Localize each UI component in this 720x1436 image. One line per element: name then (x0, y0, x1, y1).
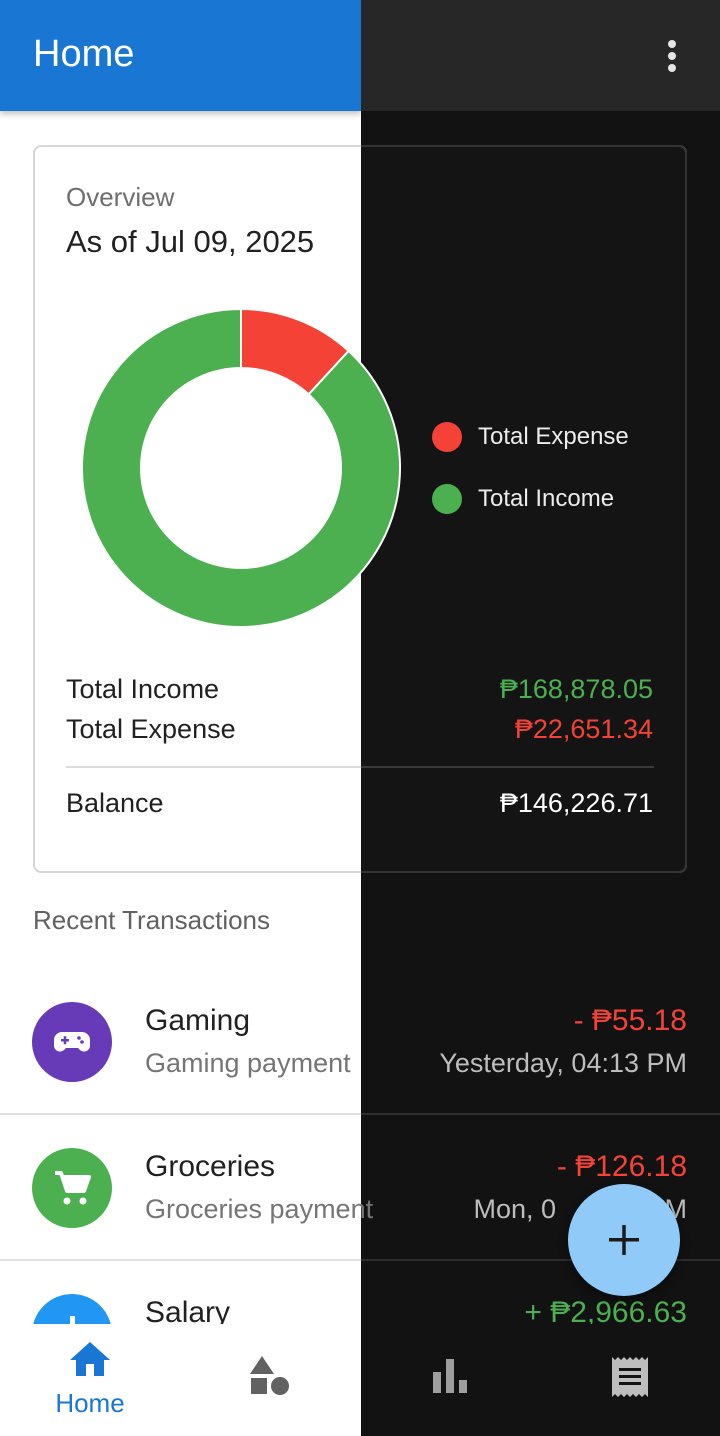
card-divider (66, 766, 361, 768)
receipt-icon (612, 1357, 648, 1397)
legend-dot-expense (432, 422, 462, 452)
gamepad-avatar (32, 1002, 112, 1082)
legend-item-income: Total Income (432, 483, 614, 515)
balance-value: ₱146,226.71 (499, 788, 653, 818)
gamepad-icon (54, 1032, 90, 1052)
legend-label-expense: Total Expense (478, 423, 629, 450)
overview-donut-chart (82, 309, 401, 628)
transaction-date: Yesterday, 04:13 PM (439, 1048, 687, 1078)
plus-icon (609, 1225, 639, 1255)
overview-label: Overview (66, 182, 175, 212)
transaction-desc: Gaming payment (145, 1048, 351, 1078)
total-income-label: Total Income (66, 674, 220, 704)
bar-chart-icon (433, 1359, 467, 1393)
transaction-date: Mon, 0 (473, 1194, 556, 1224)
nav-item-categories[interactable] (180, 1324, 360, 1436)
overview-date: As of Jul 09, 2025 (66, 224, 315, 259)
add-transaction-fab[interactable] (568, 1184, 680, 1296)
legend-label-income: Total Income (478, 485, 615, 512)
transaction-amount: + ₱2,966.63 (524, 1296, 687, 1324)
transaction-amount: - ₱126.18 (556, 1150, 687, 1183)
transaction-desc: Groceries payment (145, 1194, 374, 1224)
transaction-title: Groceries (145, 1150, 276, 1183)
transaction-amount: - ₱55.18 (573, 1004, 687, 1037)
categories-icon (250, 1356, 289, 1395)
home-icon (70, 1342, 110, 1376)
list-divider (0, 1113, 361, 1115)
cart-avatar (32, 1148, 112, 1228)
legend-dot-income (432, 484, 462, 514)
page-title: Home (33, 33, 135, 75)
total-income-value: ₱168,878.05 (499, 674, 653, 704)
total-expense-label: Total Expense (66, 714, 236, 744)
legend-item-expense: Total Expense (432, 421, 629, 453)
salary-icon (70, 1316, 75, 1324)
transaction-title: Gaming (145, 1004, 251, 1037)
transaction-title: Salary (145, 1296, 231, 1324)
nav-label-home: Home (55, 1388, 125, 1418)
more-vert-icon[interactable] (652, 36, 692, 76)
nav-item-transactions[interactable] (540, 1324, 720, 1436)
nav-item-home[interactable]: Home (0, 1324, 180, 1436)
list-divider (0, 1259, 361, 1261)
salary-avatar (32, 1294, 112, 1324)
balance-label: Balance (66, 788, 164, 818)
total-expense-value: ₱22,651.34 (514, 714, 653, 744)
recent-transactions-title: Recent Transactions (33, 905, 271, 935)
nav-item-statistics[interactable] (360, 1324, 540, 1436)
cart-icon (55, 1171, 91, 1205)
